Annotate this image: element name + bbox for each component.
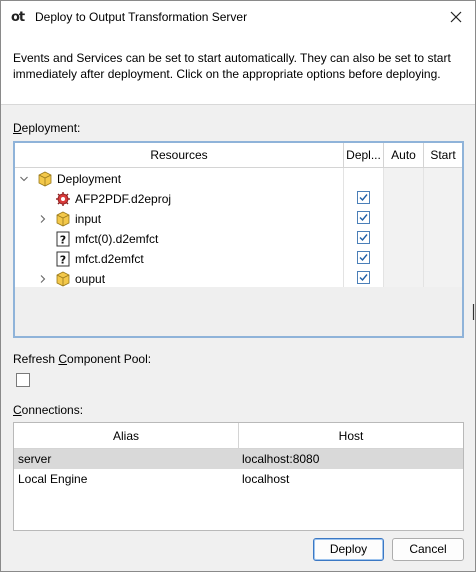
package-icon [38, 171, 52, 187]
deploy-checkbox[interactable] [357, 271, 370, 284]
splitter-handle[interactable] [472, 304, 475, 320]
deploy-checkbox[interactable] [357, 251, 370, 264]
connection-row-server[interactable]: server localhost:8080 [14, 449, 463, 469]
tree-row-label: mfct.d2emfct [75, 252, 144, 266]
chevron-down-icon[interactable] [20, 175, 28, 183]
connection-row-local-engine[interactable]: Local Engine localhost [14, 469, 463, 489]
app-logo: ot [11, 10, 25, 25]
header-description: Events and Services can be set to start … [1, 33, 475, 105]
tree-row-label: AFP2PDF.d2eproj [75, 192, 172, 206]
deploy-column [343, 168, 383, 287]
auto-column [383, 168, 423, 287]
start-column [423, 168, 462, 287]
tree-row-afp2pdf[interactable]: AFP2PDF.d2eproj [15, 189, 343, 209]
deploy-checkbox[interactable] [357, 211, 370, 224]
checkmark-icon [359, 254, 368, 262]
connections-table[interactable]: Alias Host server localhost:8080 Local E… [13, 422, 464, 531]
connection-alias: server [18, 452, 52, 466]
tree-row-deployment[interactable]: Deployment [15, 169, 343, 189]
close-icon[interactable] [449, 10, 463, 24]
checkmark-icon [359, 194, 368, 202]
deployment-label-rest: eployment: [21, 121, 81, 135]
refresh-label-before: Refresh [13, 352, 59, 366]
unknown-file-icon: ? [56, 231, 70, 247]
tree-row-label: ouput [75, 272, 106, 286]
cancel-button[interactable]: Cancel [392, 538, 464, 561]
tree-row-input[interactable]: input [15, 209, 343, 229]
connection-host: localhost:8080 [242, 452, 320, 466]
refresh-component-pool-checkbox[interactable] [16, 373, 30, 387]
tree-row-mfct[interactable]: ? mfct.d2emfct [15, 249, 343, 269]
connections-label: Connections: [13, 403, 83, 417]
deploy-dialog: ot Deploy to Output Transformation Serve… [0, 0, 476, 572]
checkmark-icon [359, 234, 368, 242]
refresh-label-after: omponent Pool: [67, 352, 152, 366]
svg-text:?: ? [60, 234, 66, 247]
refresh-component-pool-label: Refresh Component Pool: [13, 352, 151, 366]
package-icon [56, 211, 70, 227]
connection-alias: Local Engine [18, 472, 88, 486]
deploy-checkbox[interactable] [357, 191, 370, 204]
checkmark-icon [359, 274, 368, 282]
title-bar: ot Deploy to Output Transformation Serve… [1, 1, 475, 33]
deployment-label-mnemonic: D [13, 121, 22, 135]
chevron-right-icon[interactable] [39, 275, 47, 283]
deploy-checkbox[interactable] [357, 231, 370, 244]
window-title: Deploy to Output Transformation Server [35, 10, 248, 24]
column-header-resources[interactable]: Resources [15, 143, 343, 168]
connection-host: localhost [242, 472, 290, 486]
column-header-alias[interactable]: Alias [14, 423, 238, 449]
tree-row-label: mfct(0).d2emfct [75, 232, 159, 246]
svg-text:?: ? [60, 254, 66, 267]
project-gear-icon [56, 192, 70, 206]
deployment-tree-table[interactable]: Resources Depl... Auto Start Deployment [13, 141, 464, 338]
refresh-label-mnemonic: C [58, 352, 68, 366]
tree-row-label: input [75, 212, 102, 226]
column-header-start[interactable]: Start [423, 143, 462, 168]
deploy-button[interactable]: Deploy [313, 538, 384, 561]
column-header-host[interactable]: Host [238, 423, 463, 449]
column-header-auto[interactable]: Auto [383, 143, 423, 168]
unknown-file-icon: ? [56, 251, 70, 267]
package-icon [56, 271, 70, 287]
checkmark-icon [359, 214, 368, 222]
tree-row-label: Deployment [57, 172, 122, 186]
tree-row-mfct0[interactable]: ? mfct(0).d2emfct [15, 229, 343, 249]
connections-label-rest: onnections: [21, 403, 84, 417]
tree-row-ouput[interactable]: ouput [15, 269, 343, 289]
connections-label-mnemonic: C [13, 403, 22, 417]
deployment-label: Deployment: [13, 121, 80, 135]
description-text: Events and Services can be set to start … [13, 51, 451, 81]
chevron-right-icon[interactable] [39, 215, 47, 223]
column-header-deploy[interactable]: Depl... [343, 143, 383, 168]
